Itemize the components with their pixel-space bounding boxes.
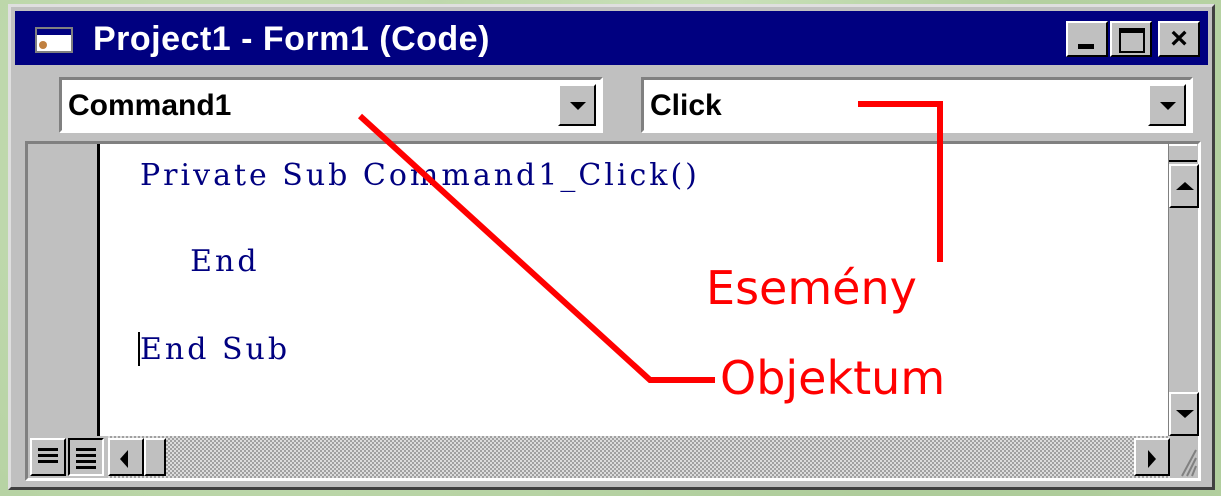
close-button[interactable]: × [1158, 21, 1200, 57]
event-annotation: Esemény [706, 261, 917, 315]
procedure-view-button[interactable] [30, 438, 66, 476]
code-editor: Private Sub Command1_Click() End End Sub [25, 141, 1201, 481]
procedure-dropdown-arrow-icon[interactable] [1148, 84, 1186, 126]
vertical-scrollbar[interactable] [1168, 144, 1199, 436]
code-line: Private Sub Command1_Click() [140, 158, 700, 193]
maximize-button[interactable] [1110, 21, 1152, 57]
object-dropdown-value: Command1 [68, 89, 232, 122]
code-line: End Sub [140, 332, 291, 367]
resize-grip-icon[interactable] [1170, 436, 1198, 478]
horizontal-scrollbar[interactable] [108, 436, 1170, 478]
scroll-up-button[interactable] [1169, 164, 1199, 208]
margin-indicator-bar[interactable] [28, 144, 100, 436]
minimize-button[interactable] [1066, 21, 1108, 57]
object-dropdown[interactable]: Command1 [59, 77, 603, 133]
full-module-view-icon [76, 448, 96, 472]
arrow-down-icon [1176, 410, 1194, 418]
full-module-view-button[interactable] [68, 438, 104, 476]
object-annotation: Objektum [720, 351, 946, 405]
title-bar[interactable]: Project1 - Form1 (Code) × [15, 11, 1208, 65]
object-dropdown-arrow-icon[interactable] [558, 84, 596, 126]
scroll-left-button[interactable] [108, 438, 144, 476]
window-title: Project1 - Form1 (Code) [93, 20, 490, 58]
close-icon: × [1170, 22, 1188, 55]
arrow-left-icon [120, 450, 128, 468]
code-area[interactable]: Private Sub Command1_Click() End End Sub [100, 144, 1168, 436]
arrow-up-icon [1176, 182, 1194, 190]
arrow-right-icon [1148, 450, 1156, 468]
scroll-down-button[interactable] [1169, 392, 1199, 436]
procedure-view-icon [38, 448, 58, 466]
vertical-scroll-thumb[interactable] [1169, 144, 1197, 162]
code-window: Project1 - Form1 (Code) × Command1 Click… [8, 4, 1215, 490]
scroll-right-button[interactable] [1134, 438, 1170, 476]
text-caret [138, 332, 140, 366]
code-window-icon[interactable] [35, 27, 73, 53]
procedure-dropdown-value: Click [650, 89, 722, 122]
code-line: End [140, 244, 260, 279]
horizontal-scroll-thumb[interactable] [144, 438, 166, 476]
bottom-bar [28, 436, 1198, 478]
procedure-dropdown[interactable]: Click [641, 77, 1193, 133]
